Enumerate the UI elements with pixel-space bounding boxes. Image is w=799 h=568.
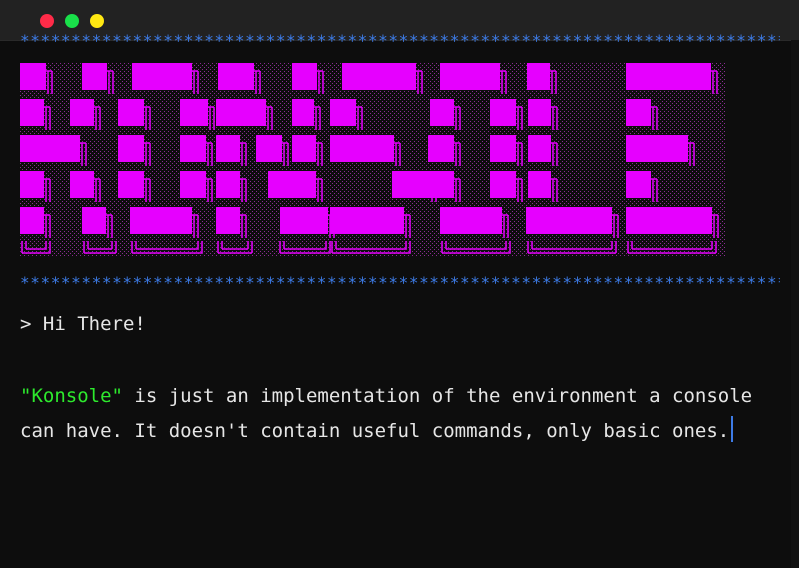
console-window: ****************************************… [0, 0, 799, 568]
text-caret [731, 416, 734, 442]
highlight-word: "Konsole" [20, 385, 123, 407]
prompt-symbol: > [20, 313, 32, 335]
stars-divider-top: ****************************************… [20, 32, 780, 50]
scroll-edge [791, 40, 799, 568]
konsole-ascii-banner [20, 63, 725, 257]
stars-divider-bottom: ****************************************… [20, 274, 780, 292]
maximize-button[interactable] [65, 14, 79, 28]
console-area[interactable]: ****************************************… [0, 32, 799, 568]
banner-art [20, 63, 725, 257]
greeting-text: Hi There! [42, 313, 146, 335]
close-button[interactable] [40, 14, 54, 28]
prompt-line: > Hi There! [20, 312, 146, 336]
output-message: "Konsole" is just an implementation of t… [20, 379, 760, 449]
message-text: is just an implementation of the environ… [20, 385, 753, 442]
minimize-button[interactable] [90, 14, 104, 28]
